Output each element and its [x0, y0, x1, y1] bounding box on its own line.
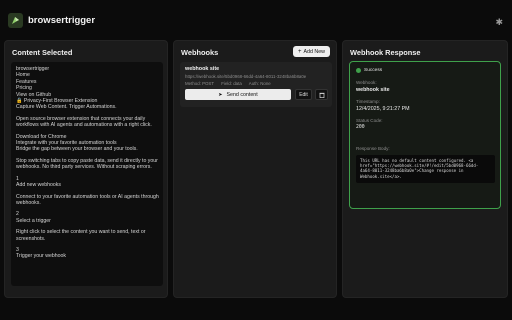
logo-icon [8, 12, 23, 28]
timestamp-value: 12/4/2025, 9:21:27 PM [356, 106, 410, 112]
add-new-button[interactable]: + Add New [292, 46, 330, 57]
status-code-label: Status Code: [356, 118, 383, 123]
webhook-method: Method: POST [185, 81, 215, 86]
plus-icon: + [297, 48, 302, 55]
content-line: webhooks. No third party services. Witho… [16, 164, 152, 171]
status-badge: Success [356, 68, 382, 73]
content-line: Right click to select the content you wa… [16, 229, 146, 236]
webhook-auth: Auth: None [248, 81, 271, 86]
webhooks-panel: Webhooks + Add New webhook site https://… [173, 40, 337, 298]
webhook-field: Field: data [221, 81, 242, 86]
response-body: This URL has no default content configur… [356, 155, 495, 183]
add-new-label: Add New [303, 48, 326, 55]
send-content-button[interactable]: ➤ Send content [185, 89, 291, 100]
top-bar: browsertrigger ✱ [0, 0, 512, 40]
status-text: Success [364, 68, 383, 73]
webhook-value: webhook site [356, 87, 390, 93]
webhook-meta: Method: POST Field: data Auth: None [185, 81, 277, 86]
content-line: Bridge the gap between your browser and … [16, 146, 138, 153]
status-code-value: 200 [356, 125, 365, 130]
send-content-label: Send content [226, 91, 258, 98]
webhook-url: https://webhook.site/5bd0968-66dd-4a64-8… [185, 74, 307, 79]
check-icon [356, 68, 361, 73]
content-line: Trigger your webhook [16, 253, 66, 260]
settings-icon[interactable]: ✱ [495, 17, 503, 28]
content-panel: Content Selected browsertrigger Home Featu… [4, 40, 168, 298]
response-panel: Webhook Response Success Webhook: webhoo… [342, 40, 508, 298]
content-panel-title: Content Selected [12, 48, 73, 57]
webhook-name: webhook site [185, 66, 220, 72]
app-title: browsertrigger [28, 14, 96, 26]
content-box: browsertrigger Home Features Pricing View on… [11, 62, 163, 286]
webhooks-panel-title: Webhooks [181, 48, 219, 57]
response-body-label: Response Body: [356, 146, 390, 151]
send-icon: ➤ [218, 91, 223, 98]
response-panel-title: Webhook Response [350, 48, 421, 57]
webhook-card: webhook site https://webhook.site/5bd096… [180, 62, 332, 107]
content-line: Connect to your favorite automation tool… [16, 193, 159, 200]
content-line: workflows with AI agents and automations… [16, 122, 152, 129]
response-body-line: Webhook.site</a>. [360, 173, 402, 179]
delete-button[interactable] [315, 89, 328, 100]
trash-icon [319, 92, 324, 98]
edit-button[interactable]: Edit [295, 89, 312, 100]
timestamp-label: Timestamp: [356, 99, 380, 104]
webhook-label: Webhook: [356, 80, 377, 85]
response-card: Success Webhook: webhook site Timestamp:… [349, 61, 501, 209]
